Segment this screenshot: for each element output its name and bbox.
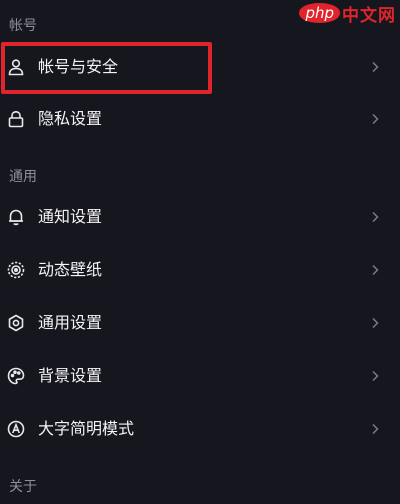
font-size-icon [6,419,26,439]
watermark-cn: 中文网 [342,5,396,26]
settings-item-label: 背景设置 [38,366,103,385]
settings-item-notifications[interactable]: 通知设置 [0,191,400,243]
bell-icon [6,207,26,227]
chevron-right-icon [368,422,382,436]
section-title-account: 帐号 [9,18,37,34]
highlight-box [1,42,212,94]
chevron-right-icon [368,263,382,277]
watermark-php: php [299,3,340,23]
settings-item-background-settings[interactable]: 背景设置 [0,350,400,402]
chevron-right-icon [368,112,382,126]
chevron-right-icon [368,316,382,330]
lock-icon [6,109,26,129]
settings-item-label: 动态壁纸 [38,260,103,279]
section-title-about: 关于 [9,479,37,495]
settings-item-label: 通知设置 [38,207,103,226]
settings-item-dynamic-wallpaper[interactable]: 动态壁纸 [0,244,400,296]
chevron-right-icon [368,210,382,224]
settings-item-label: 大字简明模式 [38,419,135,438]
settings-item-label: 通用设置 [38,313,103,332]
section-title-general: 通用 [9,169,37,185]
settings-item-general-settings[interactable]: 通用设置 [0,297,400,349]
palette-icon [6,366,26,386]
wallpaper-icon [6,260,26,280]
settings-item-privacy[interactable]: 隐私设置 [0,93,400,145]
settings-item-large-text-mode[interactable]: 大字简明模式 [0,403,400,455]
chevron-right-icon [368,60,382,74]
chevron-right-icon [368,369,382,383]
settings-item-label: 隐私设置 [38,109,103,128]
watermark-logo: php 中文网 [299,0,396,26]
gear-icon [6,313,26,333]
